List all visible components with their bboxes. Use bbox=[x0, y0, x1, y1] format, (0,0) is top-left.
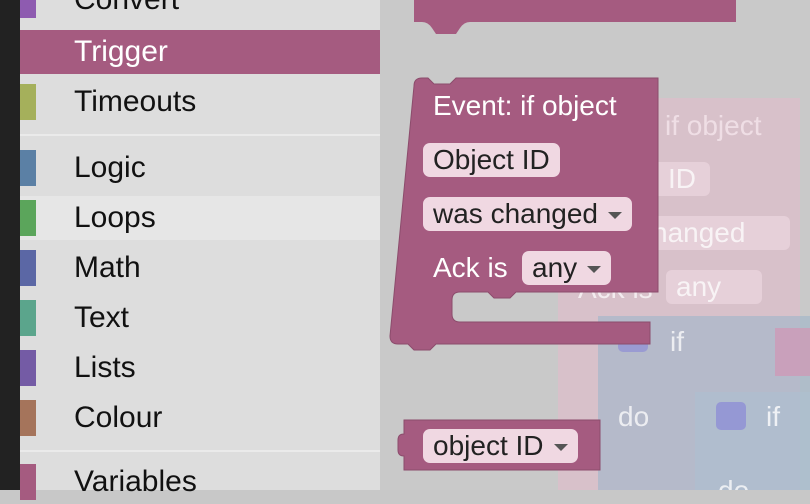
toolbox-separator bbox=[20, 450, 380, 452]
event-block-title: Event: if object bbox=[433, 90, 617, 121]
category-color-swatch bbox=[20, 464, 36, 500]
toolbox-category-colour[interactable]: Colour bbox=[20, 396, 380, 440]
category-color-swatch bbox=[20, 84, 36, 120]
category-color-swatch bbox=[20, 300, 36, 336]
toolbox-separator bbox=[20, 134, 380, 136]
category-label: Colour bbox=[74, 401, 163, 434]
category-label: Loops bbox=[74, 201, 156, 234]
toolbox-category-lists[interactable]: Lists bbox=[20, 346, 380, 390]
category-label: Convert bbox=[74, 0, 179, 18]
category-color-swatch bbox=[20, 250, 36, 286]
category-label: Variables bbox=[74, 465, 197, 498]
toolbox-category-trigger[interactable]: Trigger bbox=[20, 30, 380, 74]
toolbox-category-loops[interactable]: Loops bbox=[20, 196, 380, 240]
condition-value: was changed bbox=[433, 198, 599, 229]
toolbox-category-timeouts[interactable]: Timeouts bbox=[20, 80, 380, 124]
category-label: Logic bbox=[74, 151, 146, 184]
category-color-swatch bbox=[20, 200, 36, 236]
category-label: Timeouts bbox=[74, 85, 197, 118]
chevron-down-icon bbox=[608, 212, 623, 220]
object-id-value: object ID bbox=[433, 430, 544, 461]
blockly-workspace[interactable]: if object ID nanged Ack is any if do if … bbox=[380, 0, 810, 490]
toolbox-category-logic[interactable]: Logic bbox=[20, 146, 380, 190]
window-edge bbox=[0, 0, 20, 490]
category-color-swatch bbox=[20, 350, 36, 386]
condition-dropdown[interactable]: was changed bbox=[423, 197, 633, 231]
toolbox-category-convert[interactable]: Convert bbox=[20, 0, 380, 22]
ack-value: any bbox=[532, 252, 578, 283]
object-id-field[interactable]: Object ID bbox=[423, 143, 560, 177]
toolbox-category-math[interactable]: Math bbox=[20, 246, 380, 290]
ack-label: Ack is bbox=[433, 252, 508, 283]
category-label: Trigger bbox=[74, 35, 168, 68]
ack-dropdown[interactable]: any bbox=[522, 251, 612, 285]
toolbox-category-variables[interactable]: Variables bbox=[20, 460, 380, 504]
category-label: Text bbox=[74, 301, 130, 334]
toolbox-category-text[interactable]: Text bbox=[20, 296, 380, 340]
category-color-swatch bbox=[20, 150, 36, 186]
category-color-swatch bbox=[20, 400, 36, 436]
chevron-down-icon bbox=[553, 444, 568, 452]
category-label: Lists bbox=[74, 351, 136, 384]
category-color-swatch bbox=[20, 0, 36, 18]
chevron-down-icon bbox=[587, 266, 602, 274]
toolbox: Convert Trigger Timeouts Logic Loops Mat… bbox=[20, 0, 380, 500]
event-block-shape[interactable] bbox=[380, 0, 810, 490]
category-label: Math bbox=[74, 251, 141, 284]
object-id-dropdown[interactable]: object ID bbox=[423, 429, 578, 463]
